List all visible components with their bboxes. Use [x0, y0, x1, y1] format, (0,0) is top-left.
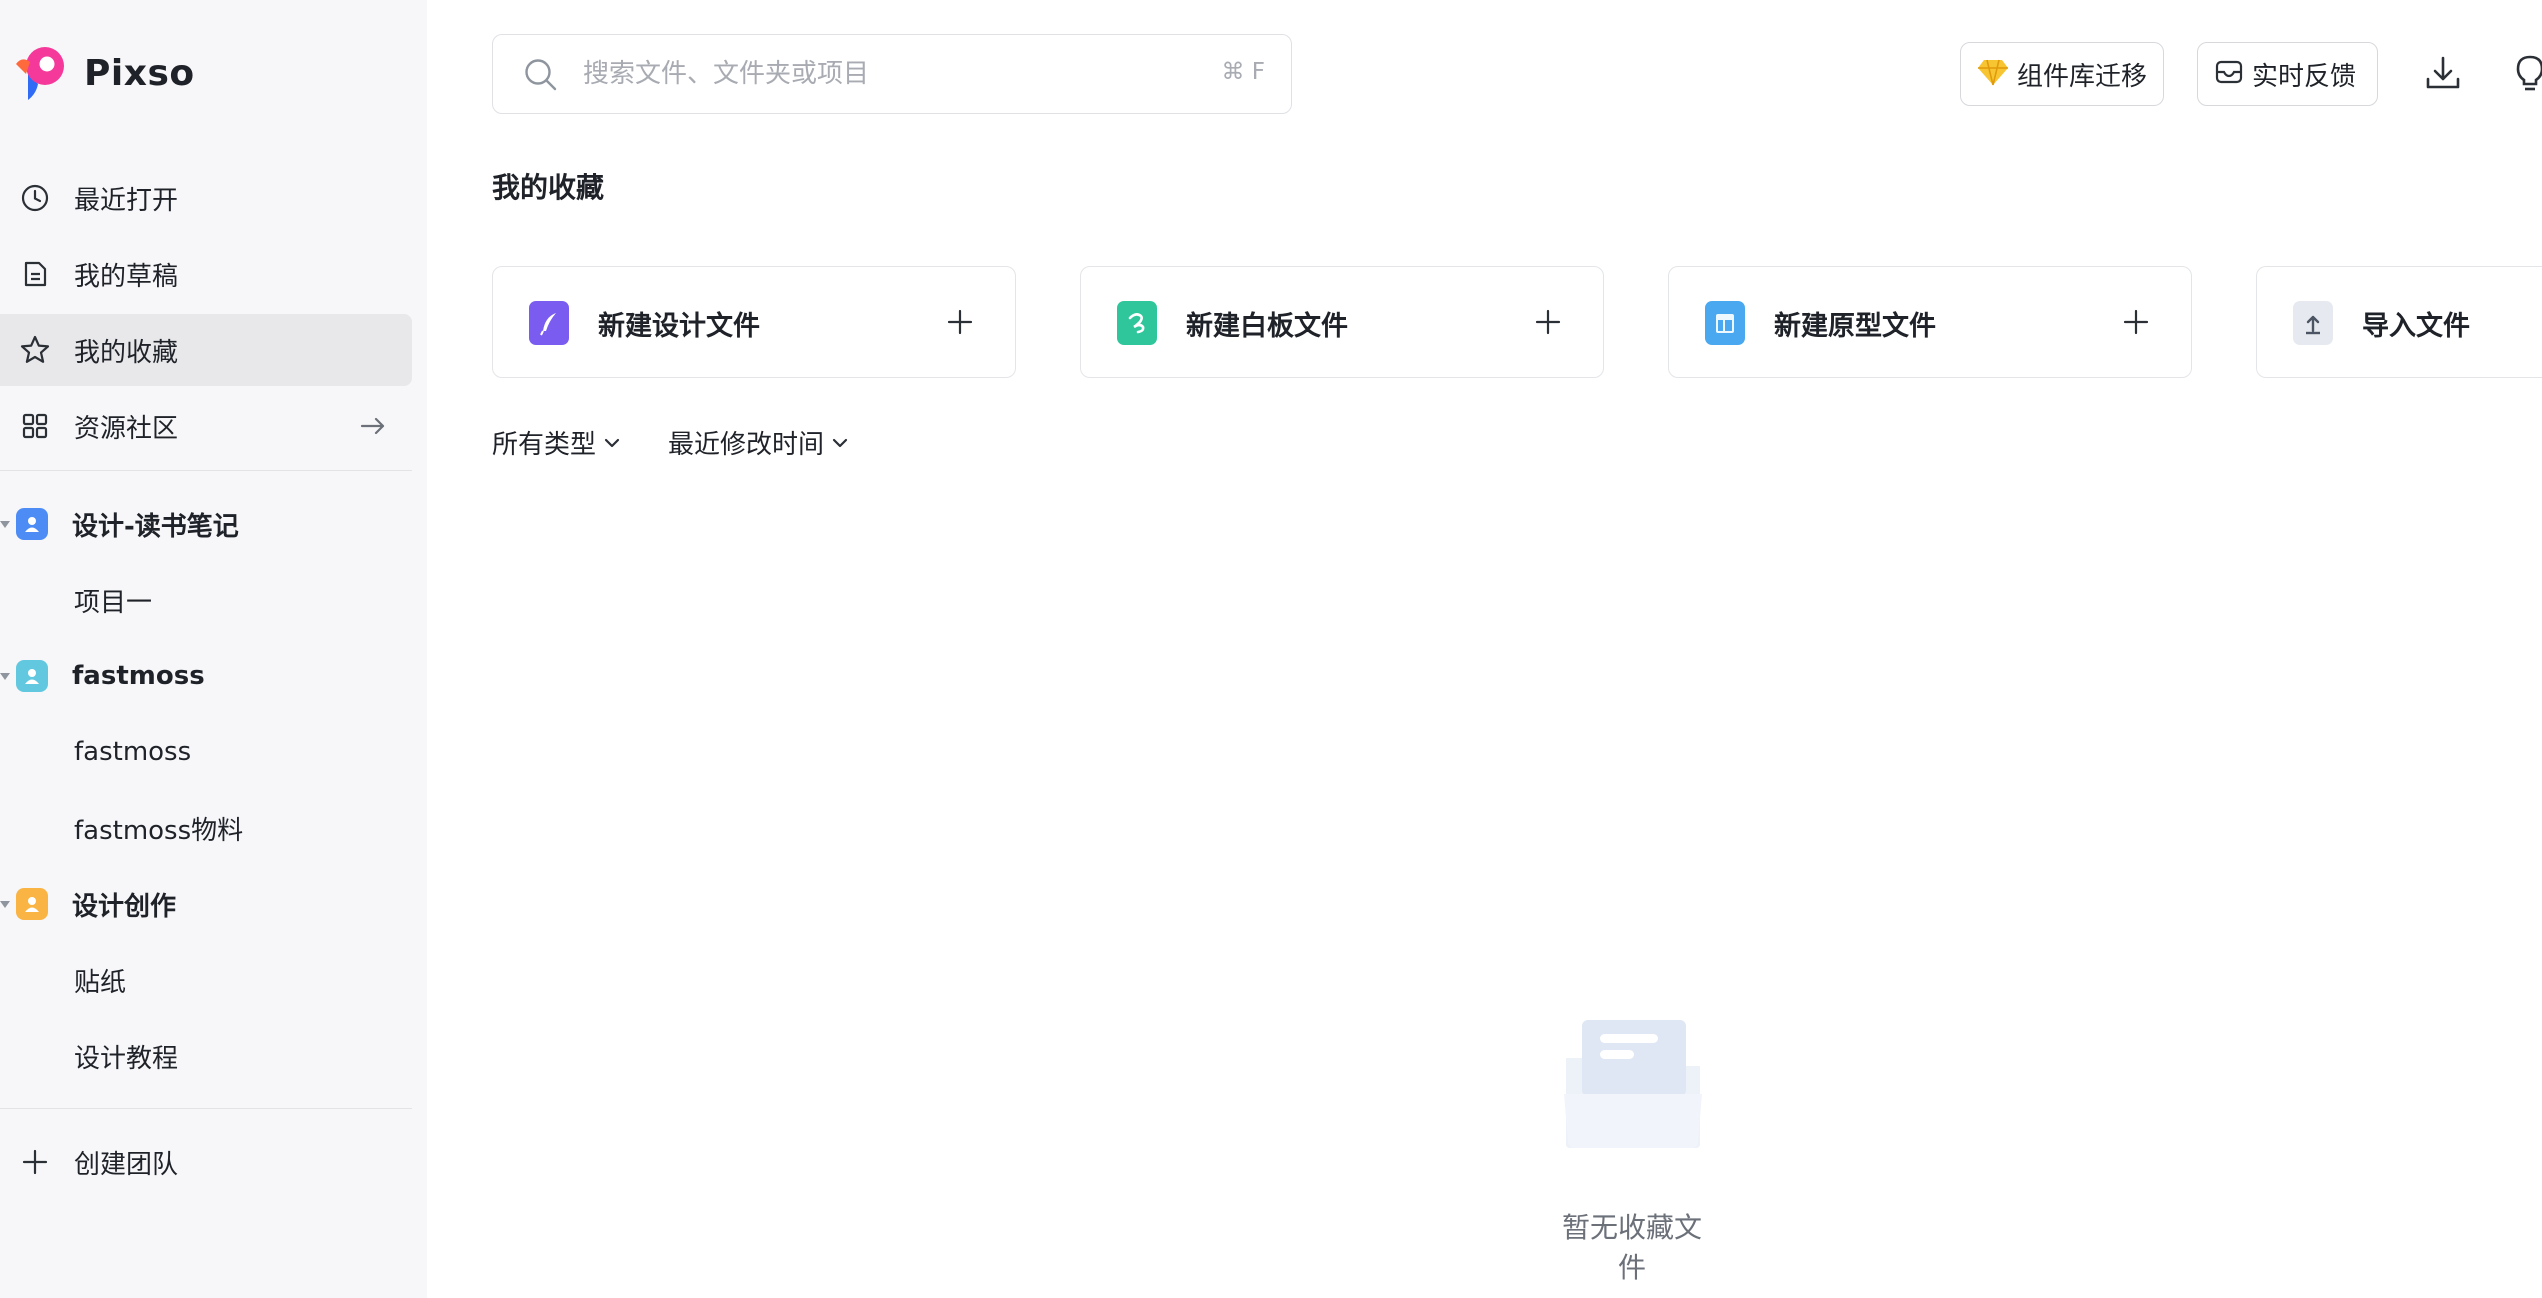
caret-down-icon	[0, 900, 10, 908]
plus-icon	[1533, 307, 1563, 337]
star-icon	[18, 333, 52, 367]
nav-favorites-label: 我的收藏	[74, 337, 179, 368]
team-avatar	[16, 888, 48, 920]
project-item[interactable]: 贴纸	[0, 944, 412, 1016]
caret-down-icon	[0, 672, 10, 680]
team-design-reading-notes[interactable]: 设计-读书笔记	[0, 488, 412, 560]
project-label: 项目一	[74, 587, 153, 618]
sort-filter[interactable]: 最近修改时间	[668, 424, 850, 461]
project-label: 设计教程	[74, 1043, 179, 1074]
feedback-label: 实时反馈	[2252, 61, 2357, 92]
sort-filter-label: 最近修改时间	[668, 430, 825, 460]
nav-recent-label: 最近打开	[74, 185, 179, 216]
app-logo[interactable]: Pixso	[14, 44, 195, 102]
pixso-logo-icon	[16, 47, 64, 100]
card-label: 导入文件	[2362, 311, 2470, 342]
project-item[interactable]: fastmoss	[0, 716, 412, 788]
nav-favorites[interactable]: 我的收藏	[0, 314, 412, 386]
team-fastmoss[interactable]: fastmoss	[0, 640, 412, 712]
sidebar-divider	[0, 470, 412, 471]
download-icon	[2423, 53, 2463, 97]
search-box[interactable]: ⌘ F	[492, 34, 1292, 114]
team-design-creation[interactable]: 设计创作	[0, 868, 412, 940]
team-name: fastmoss	[72, 661, 205, 691]
file-type-filter[interactable]: 所有类型	[492, 424, 622, 461]
draft-file-icon	[18, 257, 52, 291]
plus-icon	[2121, 307, 2151, 337]
project-item[interactable]: fastmoss物料	[0, 792, 412, 864]
app-name: Pixso	[84, 52, 195, 94]
tips-button[interactable]	[2510, 50, 2542, 100]
card-label: 新建白板文件	[1186, 311, 1348, 342]
clock-icon	[18, 181, 52, 215]
library-migrate-label: 组件库迁移	[2017, 61, 2148, 92]
project-label: fastmoss	[74, 737, 192, 767]
search-icon	[523, 57, 559, 97]
nav-community-label: 资源社区	[74, 413, 179, 444]
grid-icon	[18, 409, 52, 443]
search-shortcut: ⌘ F	[1221, 59, 1265, 85]
prototype-file-icon	[1705, 301, 1745, 345]
project-item[interactable]: 设计教程	[0, 1020, 412, 1092]
card-label: 新建设计文件	[598, 311, 760, 342]
nav-drafts-label: 我的草稿	[74, 261, 179, 292]
sidebar: Pixso 最近打开 我的草稿 我的收藏 资源社区 设计-读书笔记 项目一 fa…	[0, 0, 427, 1298]
diamond-icon	[1977, 58, 2009, 90]
project-label: 贴纸	[74, 967, 127, 998]
empty-folder-illustration	[1562, 1014, 1704, 1154]
new-prototype-file-card[interactable]: 新建原型文件	[1668, 266, 2192, 378]
team-name: 设计-读书笔记	[72, 511, 239, 542]
import-file-card[interactable]: 导入文件	[2256, 266, 2542, 378]
nav-community[interactable]: 资源社区	[0, 390, 412, 462]
chevron-down-icon	[830, 433, 850, 457]
chevron-down-icon	[602, 433, 622, 457]
nav-recent[interactable]: 最近打开	[0, 162, 412, 234]
arrow-right-icon	[358, 411, 388, 441]
create-team-button[interactable]: 创建团队	[0, 1126, 412, 1198]
team-name: 设计创作	[72, 891, 177, 922]
card-label: 新建原型文件	[1774, 311, 1936, 342]
import-file-icon	[2293, 301, 2333, 345]
feedback-button[interactable]: 实时反馈	[2197, 42, 2378, 106]
file-type-filter-label: 所有类型	[492, 430, 597, 460]
sidebar-divider	[0, 1108, 412, 1109]
design-file-icon	[529, 301, 569, 345]
bulb-icon	[2510, 53, 2542, 97]
new-whiteboard-file-card[interactable]: 新建白板文件	[1080, 266, 1604, 378]
plus-icon	[945, 307, 975, 337]
library-migrate-button[interactable]: 组件库迁移	[1960, 42, 2164, 106]
download-button[interactable]	[2418, 50, 2468, 100]
inbox-icon	[2214, 57, 2244, 91]
project-label: fastmoss物料	[74, 815, 244, 846]
empty-state-text: 暂无收藏文件	[1561, 1211, 1702, 1284]
page-title: 我的收藏	[492, 171, 605, 204]
team-avatar	[16, 508, 48, 540]
pixso-app: Pixso 最近打开 我的草稿 我的收藏 资源社区 设计-读书笔记 项目一 fa…	[0, 0, 2542, 1298]
project-item[interactable]: 项目一	[0, 564, 412, 636]
team-avatar	[16, 660, 48, 692]
plus-icon	[18, 1145, 52, 1179]
search-input[interactable]	[583, 53, 1143, 95]
caret-down-icon	[0, 520, 10, 528]
nav-drafts[interactable]: 我的草稿	[0, 238, 412, 310]
new-design-file-card[interactable]: 新建设计文件	[492, 266, 1016, 378]
create-team-label: 创建团队	[74, 1149, 179, 1180]
whiteboard-file-icon	[1117, 301, 1157, 345]
